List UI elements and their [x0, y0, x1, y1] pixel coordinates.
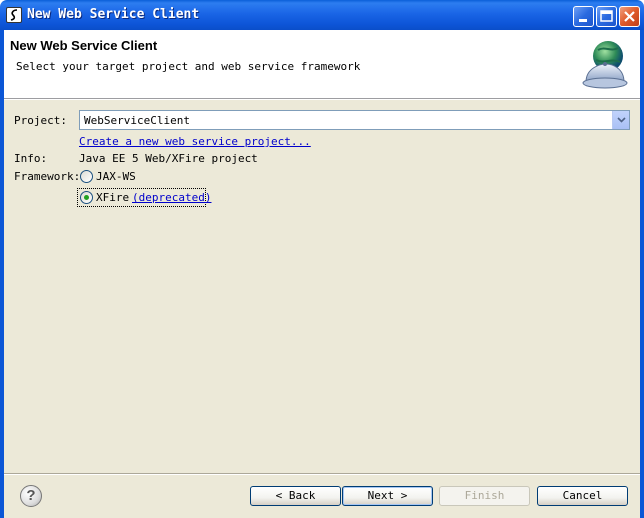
chevron-down-icon[interactable]: [612, 111, 629, 129]
project-select-value: WebServiceClient: [84, 114, 190, 127]
page-title: New Web Service Client: [10, 38, 158, 53]
project-select[interactable]: WebServiceClient: [79, 110, 630, 130]
framework-label: Framework:: [14, 170, 81, 183]
create-project-link[interactable]: Create a new web service project...: [79, 135, 311, 148]
radio-jaxws[interactable]: [80, 170, 93, 183]
wizard-header: New Web Service Client Select your targe…: [4, 30, 640, 99]
finish-button[interactable]: Finish: [439, 486, 530, 506]
project-label: Project:: [14, 114, 67, 127]
page-description: Select your target project and web servi…: [16, 60, 361, 73]
title-bar[interactable]: New Web Service Client: [0, 0, 644, 30]
window-title: New Web Service Client: [27, 7, 200, 22]
wizard-content: Project: WebServiceClient Create a new w…: [4, 100, 640, 518]
back-button[interactable]: < Back: [250, 486, 341, 506]
next-button[interactable]: Next >: [342, 486, 433, 506]
radio-xfire-label[interactable]: XFire: [96, 191, 129, 204]
help-icon[interactable]: ?: [20, 485, 42, 507]
radio-jaxws-label[interactable]: JAX-WS: [96, 170, 136, 183]
deprecated-link[interactable]: (deprecated): [132, 191, 211, 204]
footer-separator: [4, 473, 640, 475]
close-button[interactable]: [619, 6, 640, 27]
app-icon: [6, 7, 22, 23]
cancel-button[interactable]: Cancel: [537, 486, 628, 506]
info-value: Java EE 5 Web/XFire project: [79, 152, 258, 165]
window-frame-right: [640, 30, 644, 518]
minimize-button[interactable]: [573, 6, 594, 27]
maximize-button[interactable]: [596, 6, 617, 27]
globe-with-bell-icon: [578, 38, 632, 92]
info-label: Info:: [14, 152, 48, 165]
